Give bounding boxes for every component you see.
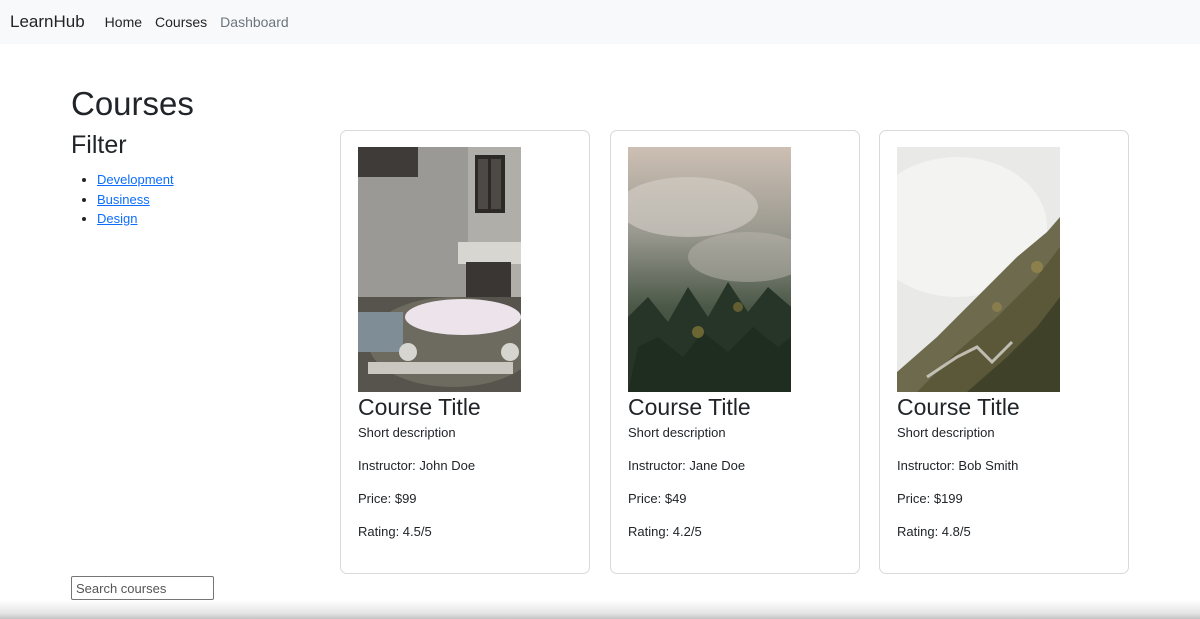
filter-title: Filter [71,131,127,159]
course-title: Course Title [628,394,751,420]
course-card: Course Title Short description Instructo… [879,130,1129,574]
course-description: Short description [358,425,456,440]
search-input[interactable] [71,576,214,600]
nav-dashboard[interactable]: Dashboard [220,14,289,30]
course-rating: Rating: 4.2/5 [628,524,702,539]
nav-home[interactable]: Home [105,14,142,30]
course-title: Course Title [358,394,481,420]
course-rating: Rating: 4.5/5 [358,524,432,539]
brand-logo[interactable]: LearnHub [10,12,85,32]
navbar: LearnHub Home Courses Dashboard [0,0,1200,44]
course-card: Course Title Short description Instructo… [610,130,860,574]
nav-courses[interactable]: Courses [155,14,207,30]
filter-item: Business [97,190,174,210]
filter-link-design[interactable]: Design [97,211,137,226]
course-card: Course Title Short description Instructo… [340,130,590,574]
course-price: Price: $49 [628,491,687,506]
foggy-forest-photo [628,147,791,392]
filter-link-business[interactable]: Business [97,192,150,207]
course-instructor: Instructor: Jane Doe [628,458,746,473]
filter-list: Development Business Design [97,170,174,229]
course-price: Price: $99 [358,491,417,506]
bottom-shadow [0,600,1200,619]
misty-mountain-photo [897,147,1060,392]
course-instructor: Instructor: Bob Smith [897,458,1019,473]
course-title: Course Title [897,394,1020,420]
course-rating: Rating: 4.8/5 [897,524,971,539]
page-title: Courses [71,85,194,122]
course-description: Short description [897,425,995,440]
filter-item: Design [97,209,174,229]
filter-link-development[interactable]: Development [97,172,174,187]
old-car-building-photo [358,147,521,392]
course-price: Price: $199 [897,491,963,506]
course-instructor: Instructor: John Doe [358,458,476,473]
filter-item: Development [97,170,174,190]
course-description: Short description [628,425,726,440]
